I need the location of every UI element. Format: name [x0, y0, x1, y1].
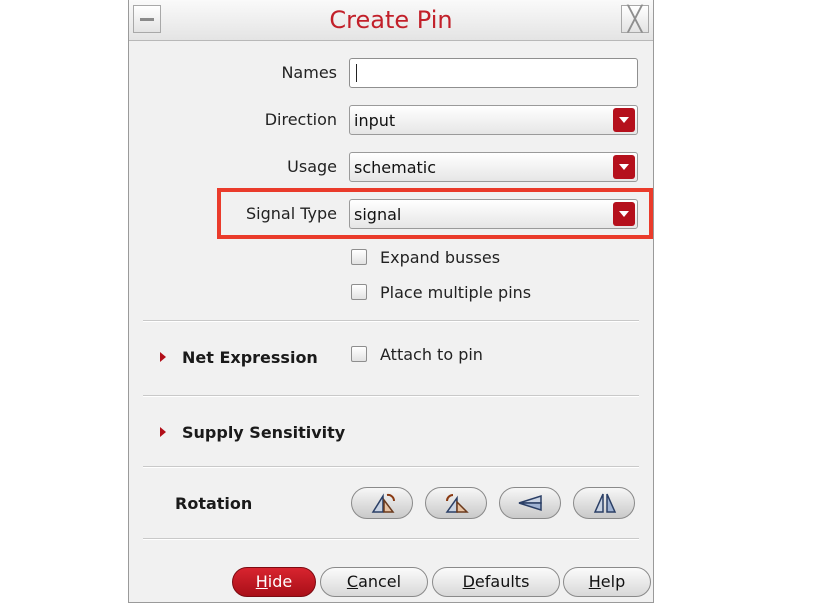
chevron-down-icon[interactable] [613, 108, 635, 132]
hide-button[interactable]: Hide [232, 567, 316, 597]
rotate-icon [371, 493, 396, 513]
help-label-rest: elp [600, 572, 626, 591]
attach-to-pin-checkbox[interactable] [351, 346, 367, 362]
dialog-title: Create Pin [329, 6, 453, 34]
defaults-label-rest: efaults [474, 572, 530, 591]
expand-triangle-icon[interactable] [160, 352, 166, 362]
divider [143, 538, 639, 540]
divider [143, 466, 639, 468]
defaults-mnemonic: D [462, 572, 475, 591]
names-input[interactable] [349, 58, 638, 88]
title-bar: Create Pin ╳ [129, 0, 653, 41]
divider [143, 320, 639, 322]
direction-label: Direction [264, 110, 337, 129]
cancel-label-rest: ancel [358, 572, 402, 591]
mirror-button[interactable] [573, 487, 635, 519]
hide-label-rest: ide [267, 572, 293, 591]
cancel-button[interactable]: Cancel [320, 567, 428, 597]
hide-mnemonic: H [255, 572, 268, 591]
expand-busses-checkbox[interactable] [351, 249, 367, 265]
usage-select[interactable]: schematic [349, 152, 638, 182]
sideways-icon [518, 494, 542, 512]
text-caret [356, 64, 357, 82]
rotate-ccw-button[interactable] [425, 487, 487, 519]
defaults-button[interactable]: Defaults [432, 567, 560, 597]
chevron-down-icon[interactable] [613, 155, 635, 179]
usage-label: Usage [287, 157, 337, 176]
usage-value: schematic [354, 158, 437, 177]
rotate-button[interactable] [351, 487, 413, 519]
supply-sensitivity-section[interactable]: Supply Sensitivity [182, 423, 345, 442]
expand-triangle-icon[interactable] [160, 427, 166, 437]
place-multiple-pins-checkbox[interactable] [351, 284, 367, 300]
divider [143, 395, 639, 397]
direction-value: input [354, 111, 396, 130]
cancel-mnemonic: C [346, 572, 359, 591]
rotation-label: Rotation [175, 494, 253, 513]
help-mnemonic: H [588, 572, 601, 591]
mirror-icon [593, 493, 617, 513]
direction-select[interactable]: input [349, 105, 638, 135]
attach-to-pin-label: Attach to pin [380, 345, 483, 364]
close-button[interactable]: ╳ [621, 5, 649, 33]
help-button[interactable]: Help [563, 567, 651, 597]
sideways-button[interactable] [499, 487, 561, 519]
highlight-box [217, 188, 653, 239]
names-label: Names [281, 63, 337, 82]
expand-busses-label: Expand busses [380, 248, 501, 267]
net-expression-section[interactable]: Net Expression [182, 348, 318, 367]
rotate-ccw-icon [445, 494, 469, 513]
close-icon: ╳ [627, 5, 643, 33]
place-multiple-pins-label: Place multiple pins [380, 283, 532, 302]
create-pin-dialog: Create Pin ╳ Names Direction input Usage… [128, 0, 654, 603]
